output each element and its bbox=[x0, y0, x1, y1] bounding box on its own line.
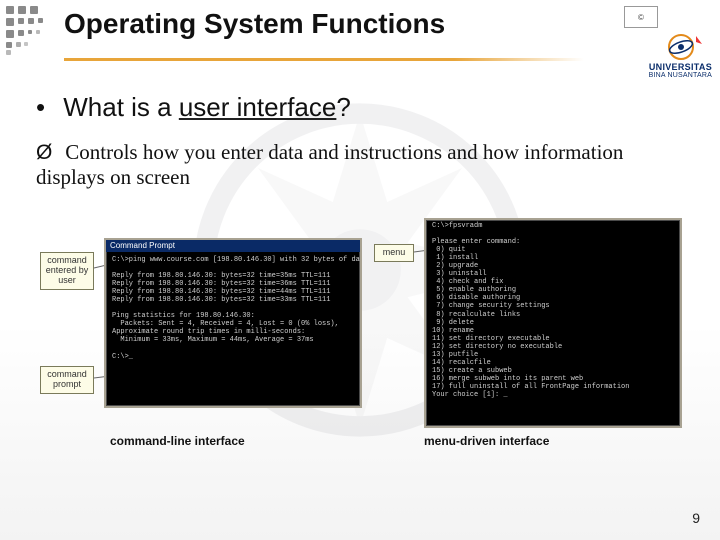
terminal-cli-title: Command Prompt bbox=[106, 240, 360, 252]
bullet-sub: Ø Controls how you enter data and instru… bbox=[36, 140, 692, 189]
corner-dots bbox=[4, 4, 64, 54]
bullet-main: • What is a user interface? bbox=[36, 92, 351, 123]
page-number: 9 bbox=[692, 510, 700, 526]
bullet-marker: • bbox=[36, 92, 56, 123]
callout-menu: menu bbox=[374, 244, 414, 262]
terminal-cli-body: C:\>ping www.course.com [198.80.146.30] … bbox=[106, 252, 360, 365]
copyright-badge: © bbox=[624, 6, 658, 28]
terminal-menu-body: C:\>fpsvradm Please enter command: 0) qu… bbox=[426, 220, 680, 403]
callout-command-prompt: command prompt bbox=[40, 366, 94, 394]
bullet-prefix: What is a bbox=[63, 92, 179, 122]
bullet-suffix: ? bbox=[336, 92, 350, 122]
university-logo: UNIVERSITAS BINA NUSANTARA bbox=[612, 32, 712, 80]
bullet-sub-marker: Ø bbox=[36, 141, 60, 165]
slide: © Operating System Functions UNIVERSITAS… bbox=[0, 0, 720, 540]
bullet-sub-text: Controls how you enter data and instruct… bbox=[36, 140, 623, 189]
terminal-menu: C:\>fpsvradm Please enter command: 0) qu… bbox=[424, 218, 682, 428]
logo-line2: BINA NUSANTARA bbox=[612, 72, 712, 79]
caption-cli: command-line interface bbox=[110, 434, 245, 448]
title-rule bbox=[64, 58, 584, 61]
caption-menu: menu-driven interface bbox=[424, 434, 549, 448]
title-area: Operating System Functions bbox=[64, 8, 584, 40]
callout-command-entered: command entered by user bbox=[40, 252, 94, 290]
bullet-underlined: user interface bbox=[179, 92, 337, 122]
page-title: Operating System Functions bbox=[64, 8, 584, 40]
illustration: command entered by user command prompt m… bbox=[46, 218, 684, 468]
terminal-cli: Command Prompt C:\>ping www.course.com [… bbox=[104, 238, 362, 408]
logo-line1: UNIVERSITAS bbox=[612, 62, 712, 72]
